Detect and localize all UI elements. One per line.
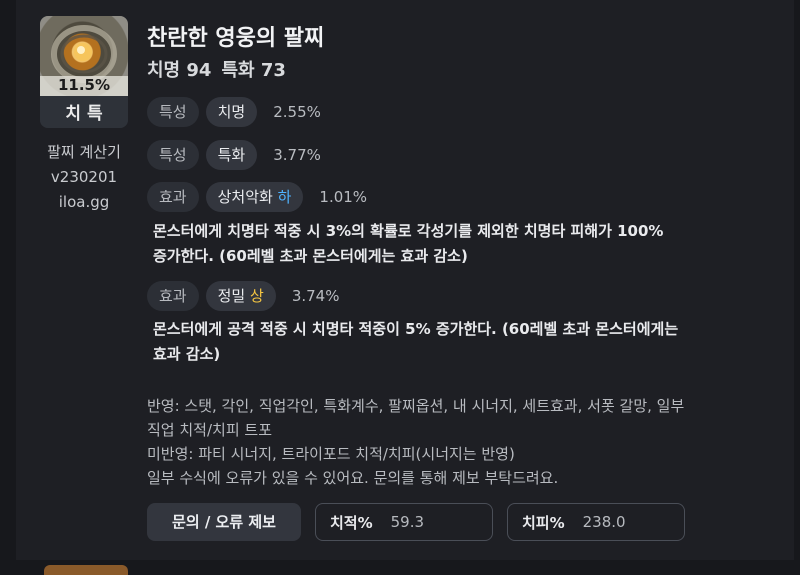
stat-type-badge: 특성: [147, 140, 199, 170]
stat-type-badge: 특성: [147, 97, 199, 127]
notes-line: 미반영: 파티 시너지, 트라이포드 치적/치피(시너지는 반영): [147, 445, 515, 463]
effect-description: 몬스터에게 치명타 적중 시 3%의 확률로 각성기를 제외한 치명타 피해가 …: [153, 219, 773, 269]
effect-type-badge: 효과: [147, 281, 199, 311]
item-stats-summary: 치명 94 특화 73: [147, 56, 296, 82]
stat-value: 3.77%: [273, 146, 321, 164]
calculator-name: 팔찌 계산기: [47, 143, 121, 161]
effect-value: 3.74%: [291, 287, 340, 305]
effect-description-line: 효과 감소): [153, 345, 221, 363]
effect-name-badge: 상처악화 하: [205, 182, 304, 212]
stat-value: 2.55%: [273, 103, 321, 121]
effect-grade: 상: [250, 287, 264, 305]
effect-type-badge: 효과: [147, 182, 199, 212]
effect-row: 효과 정밀 상 3.74%: [147, 281, 339, 311]
stat-name-badge: 치명: [205, 97, 258, 127]
report-error-button[interactable]: 문의 / 오류 제보: [147, 503, 301, 541]
crit-summary: 치명 94: [147, 60, 212, 81]
crit-damage-field[interactable]: 치피% 238.0: [507, 503, 685, 541]
effect-description-line: 몬스터에게 공격 적중 시 치명타 적중이 5% 증가한다. (60레벨 초과 …: [153, 320, 679, 338]
site-link[interactable]: iloa.gg: [28, 190, 140, 215]
effect-description-line: 증가한다. (60레벨 초과 몬스터에게는 효과 감소): [153, 247, 468, 265]
calculator-info: 팔찌 계산기 v230201 iloa.gg: [28, 140, 140, 215]
calculation-notes: 반영: 스탯, 각인, 직업각인, 특화계수, 팔찌옵션, 내 시너지, 세트효…: [147, 394, 777, 490]
crit-rate-field[interactable]: 치적% 59.3: [315, 503, 493, 541]
crit-rate-value[interactable]: 59.3: [391, 513, 424, 531]
calculator-version: v230201: [50, 168, 118, 186]
notes-line: 반영: 스탯, 각인, 직업각인, 특화계수, 팔찌옵션, 내 시너지, 세트효…: [147, 397, 685, 415]
crit-damage-label: 치피%: [522, 513, 565, 532]
effect-description: 몬스터에게 공격 적중 시 치명타 적중이 5% 증가한다. (60레벨 초과 …: [153, 317, 773, 367]
crit-rate-label: 치적%: [330, 513, 373, 532]
effect-grade: 하: [277, 188, 292, 206]
effect-name-badge: 정밀 상: [205, 281, 276, 311]
next-item-thumbnail-edge: [44, 565, 128, 575]
effect-name: 정밀: [217, 287, 246, 305]
effect-value: 1.01%: [319, 188, 368, 206]
notes-line: 직업 치적/치피 트포: [147, 421, 272, 439]
effect-name: 상처악화: [217, 188, 273, 206]
item-thumbnail[interactable]: 11.5% 치 특: [40, 16, 128, 128]
item-percent: 11.5%: [40, 76, 128, 96]
crit-damage-value[interactable]: 238.0: [583, 513, 626, 531]
effect-row: 효과 상처악화 하 1.01%: [147, 182, 367, 212]
effect-description-line: 몬스터에게 치명타 적중 시 3%의 확률로 각성기를 제외한 치명타 피해가 …: [153, 222, 664, 240]
stat-row: 특성 특화 3.77%: [147, 140, 321, 170]
spec-summary: 특화 73: [221, 60, 286, 81]
stat-name-badge: 특화: [205, 140, 258, 170]
notes-line: 일부 수식에 오류가 있을 수 있어요. 문의를 통해 제보 부탁드려요.: [147, 469, 559, 487]
stat-row: 특성 치명 2.55%: [147, 97, 321, 127]
item-stat-label: 치 특: [40, 100, 128, 128]
item-title: 찬란한 영웅의 팔찌: [147, 26, 325, 51]
